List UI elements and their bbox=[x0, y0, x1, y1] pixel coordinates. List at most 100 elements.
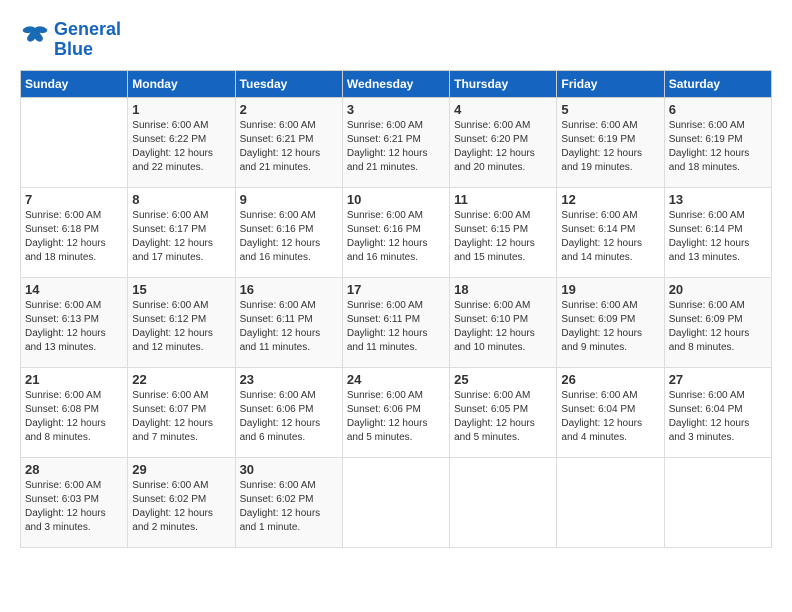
day-info: Sunrise: 6:00 AM Sunset: 6:21 PM Dayligh… bbox=[240, 119, 338, 175]
day-info: Sunrise: 6:00 AM Sunset: 6:15 PM Dayligh… bbox=[454, 209, 552, 265]
day-number: 30 bbox=[240, 462, 338, 477]
day-number: 9 bbox=[240, 192, 338, 207]
calendar-header-row: SundayMondayTuesdayWednesdayThursdayFrid… bbox=[21, 70, 772, 97]
day-number: 13 bbox=[669, 192, 767, 207]
week-row-5: 28 Sunrise: 6:00 AM Sunset: 6:03 PM Dayli… bbox=[21, 457, 772, 547]
day-cell: 13 Sunrise: 6:00 AM Sunset: 6:14 PM Dayli… bbox=[664, 187, 771, 277]
day-number: 26 bbox=[561, 372, 659, 387]
day-number: 3 bbox=[347, 102, 445, 117]
day-cell: 16 Sunrise: 6:00 AM Sunset: 6:11 PM Dayli… bbox=[235, 277, 342, 367]
header-tuesday: Tuesday bbox=[235, 70, 342, 97]
day-cell: 8Sunrise: 6:00 AM Sunset: 6:17 PM Daylig… bbox=[128, 187, 235, 277]
day-cell: 14Sunrise: 6:00 AM Sunset: 6:13 PM Dayli… bbox=[21, 277, 128, 367]
week-row-4: 21 Sunrise: 6:00 AM Sunset: 6:08 PM Dayli… bbox=[21, 367, 772, 457]
day-cell: 10 Sunrise: 6:00 AM Sunset: 6:16 PM Dayli… bbox=[342, 187, 449, 277]
header-friday: Friday bbox=[557, 70, 664, 97]
day-cell: 29 Sunrise: 6:00 AM Sunset: 6:02 PM Dayli… bbox=[128, 457, 235, 547]
day-number: 5 bbox=[561, 102, 659, 117]
day-number: 2 bbox=[240, 102, 338, 117]
day-info: Sunrise: 6:00 AM Sunset: 6:11 PM Dayligh… bbox=[347, 299, 445, 355]
day-number: 25 bbox=[454, 372, 552, 387]
day-cell bbox=[450, 457, 557, 547]
day-info: Sunrise: 6:00 AM Sunset: 6:07 PM Dayligh… bbox=[132, 389, 230, 445]
header-thursday: Thursday bbox=[450, 70, 557, 97]
day-number: 15 bbox=[132, 282, 230, 297]
day-cell: 27Sunrise: 6:00 AM Sunset: 6:04 PM Dayli… bbox=[664, 367, 771, 457]
day-number: 6 bbox=[669, 102, 767, 117]
day-info: Sunrise: 6:00 AM Sunset: 6:10 PM Dayligh… bbox=[454, 299, 552, 355]
week-row-1: 1 Sunrise: 6:00 AM Sunset: 6:22 PM Daylig… bbox=[21, 97, 772, 187]
day-cell bbox=[21, 97, 128, 187]
day-info: Sunrise: 6:00 AM Sunset: 6:02 PM Dayligh… bbox=[240, 479, 338, 535]
day-info: Sunrise: 6:00 AM Sunset: 6:08 PM Dayligh… bbox=[25, 389, 123, 445]
day-cell: 22 Sunrise: 6:00 AM Sunset: 6:07 PM Dayli… bbox=[128, 367, 235, 457]
logo-icon bbox=[20, 22, 50, 52]
day-cell: 28 Sunrise: 6:00 AM Sunset: 6:03 PM Dayli… bbox=[21, 457, 128, 547]
day-cell: 1 Sunrise: 6:00 AM Sunset: 6:22 PM Daylig… bbox=[128, 97, 235, 187]
day-cell: 23Sunrise: 6:00 AM Sunset: 6:06 PM Dayli… bbox=[235, 367, 342, 457]
day-cell: 11Sunrise: 6:00 AM Sunset: 6:15 PM Dayli… bbox=[450, 187, 557, 277]
header-monday: Monday bbox=[128, 70, 235, 97]
day-number: 18 bbox=[454, 282, 552, 297]
day-info: Sunrise: 6:00 AM Sunset: 6:04 PM Dayligh… bbox=[561, 389, 659, 445]
header-wednesday: Wednesday bbox=[342, 70, 449, 97]
day-cell: 15 Sunrise: 6:00 AM Sunset: 6:12 PM Dayli… bbox=[128, 277, 235, 367]
day-cell bbox=[342, 457, 449, 547]
day-cell bbox=[664, 457, 771, 547]
logo-text-general: General bbox=[54, 20, 121, 40]
day-number: 21 bbox=[25, 372, 123, 387]
day-cell: 5 Sunrise: 6:00 AM Sunset: 6:19 PM Daylig… bbox=[557, 97, 664, 187]
day-cell: 24 Sunrise: 6:00 AM Sunset: 6:06 PM Dayli… bbox=[342, 367, 449, 457]
day-info: Sunrise: 6:00 AM Sunset: 6:14 PM Dayligh… bbox=[669, 209, 767, 265]
day-info: Sunrise: 6:00 AM Sunset: 6:14 PM Dayligh… bbox=[561, 209, 659, 265]
day-info: Sunrise: 6:00 AM Sunset: 6:22 PM Dayligh… bbox=[132, 119, 230, 175]
day-cell: 18 Sunrise: 6:00 AM Sunset: 6:10 PM Dayli… bbox=[450, 277, 557, 367]
day-info: Sunrise: 6:00 AM Sunset: 6:16 PM Dayligh… bbox=[240, 209, 338, 265]
day-info: Sunrise: 6:00 AM Sunset: 6:02 PM Dayligh… bbox=[132, 479, 230, 535]
day-number: 19 bbox=[561, 282, 659, 297]
day-number: 1 bbox=[132, 102, 230, 117]
day-cell: 9 Sunrise: 6:00 AM Sunset: 6:16 PM Daylig… bbox=[235, 187, 342, 277]
day-number: 23 bbox=[240, 372, 338, 387]
day-info: Sunrise: 6:00 AM Sunset: 6:12 PM Dayligh… bbox=[132, 299, 230, 355]
day-number: 10 bbox=[347, 192, 445, 207]
day-cell: 21 Sunrise: 6:00 AM Sunset: 6:08 PM Dayli… bbox=[21, 367, 128, 457]
day-cell: 30 Sunrise: 6:00 AM Sunset: 6:02 PM Dayli… bbox=[235, 457, 342, 547]
day-number: 7 bbox=[25, 192, 123, 207]
day-number: 20 bbox=[669, 282, 767, 297]
day-number: 12 bbox=[561, 192, 659, 207]
day-number: 4 bbox=[454, 102, 552, 117]
day-number: 28 bbox=[25, 462, 123, 477]
day-number: 8 bbox=[132, 192, 230, 207]
day-info: Sunrise: 6:00 AM Sunset: 6:03 PM Dayligh… bbox=[25, 479, 123, 535]
day-cell: 17 Sunrise: 6:00 AM Sunset: 6:11 PM Dayli… bbox=[342, 277, 449, 367]
day-number: 22 bbox=[132, 372, 230, 387]
day-info: Sunrise: 6:00 AM Sunset: 6:16 PM Dayligh… bbox=[347, 209, 445, 265]
day-number: 29 bbox=[132, 462, 230, 477]
day-cell: 7Sunrise: 6:00 AM Sunset: 6:18 PM Daylig… bbox=[21, 187, 128, 277]
day-number: 24 bbox=[347, 372, 445, 387]
day-cell: 3Sunrise: 6:00 AM Sunset: 6:21 PM Daylig… bbox=[342, 97, 449, 187]
day-info: Sunrise: 6:00 AM Sunset: 6:19 PM Dayligh… bbox=[561, 119, 659, 175]
logo-text-blue: Blue bbox=[54, 40, 121, 60]
day-info: Sunrise: 6:00 AM Sunset: 6:06 PM Dayligh… bbox=[347, 389, 445, 445]
page-header: General Blue bbox=[20, 20, 772, 60]
day-number: 17 bbox=[347, 282, 445, 297]
day-cell: 6 Sunrise: 6:00 AM Sunset: 6:19 PM Daylig… bbox=[664, 97, 771, 187]
day-cell: 12 Sunrise: 6:00 AM Sunset: 6:14 PM Dayli… bbox=[557, 187, 664, 277]
day-info: Sunrise: 6:00 AM Sunset: 6:05 PM Dayligh… bbox=[454, 389, 552, 445]
day-info: Sunrise: 6:00 AM Sunset: 6:11 PM Dayligh… bbox=[240, 299, 338, 355]
logo: General Blue bbox=[20, 20, 121, 60]
day-cell: 2 Sunrise: 6:00 AM Sunset: 6:21 PM Daylig… bbox=[235, 97, 342, 187]
day-cell: 4 Sunrise: 6:00 AM Sunset: 6:20 PM Daylig… bbox=[450, 97, 557, 187]
day-cell: 20 Sunrise: 6:00 AM Sunset: 6:09 PM Dayli… bbox=[664, 277, 771, 367]
calendar-table: SundayMondayTuesdayWednesdayThursdayFrid… bbox=[20, 70, 772, 548]
day-cell: 25 Sunrise: 6:00 AM Sunset: 6:05 PM Dayli… bbox=[450, 367, 557, 457]
day-info: Sunrise: 6:00 AM Sunset: 6:19 PM Dayligh… bbox=[669, 119, 767, 175]
day-number: 16 bbox=[240, 282, 338, 297]
calendar-body: 1 Sunrise: 6:00 AM Sunset: 6:22 PM Daylig… bbox=[21, 97, 772, 547]
day-info: Sunrise: 6:00 AM Sunset: 6:09 PM Dayligh… bbox=[669, 299, 767, 355]
day-cell: 26 Sunrise: 6:00 AM Sunset: 6:04 PM Dayli… bbox=[557, 367, 664, 457]
day-info: Sunrise: 6:00 AM Sunset: 6:20 PM Dayligh… bbox=[454, 119, 552, 175]
week-row-2: 7Sunrise: 6:00 AM Sunset: 6:18 PM Daylig… bbox=[21, 187, 772, 277]
